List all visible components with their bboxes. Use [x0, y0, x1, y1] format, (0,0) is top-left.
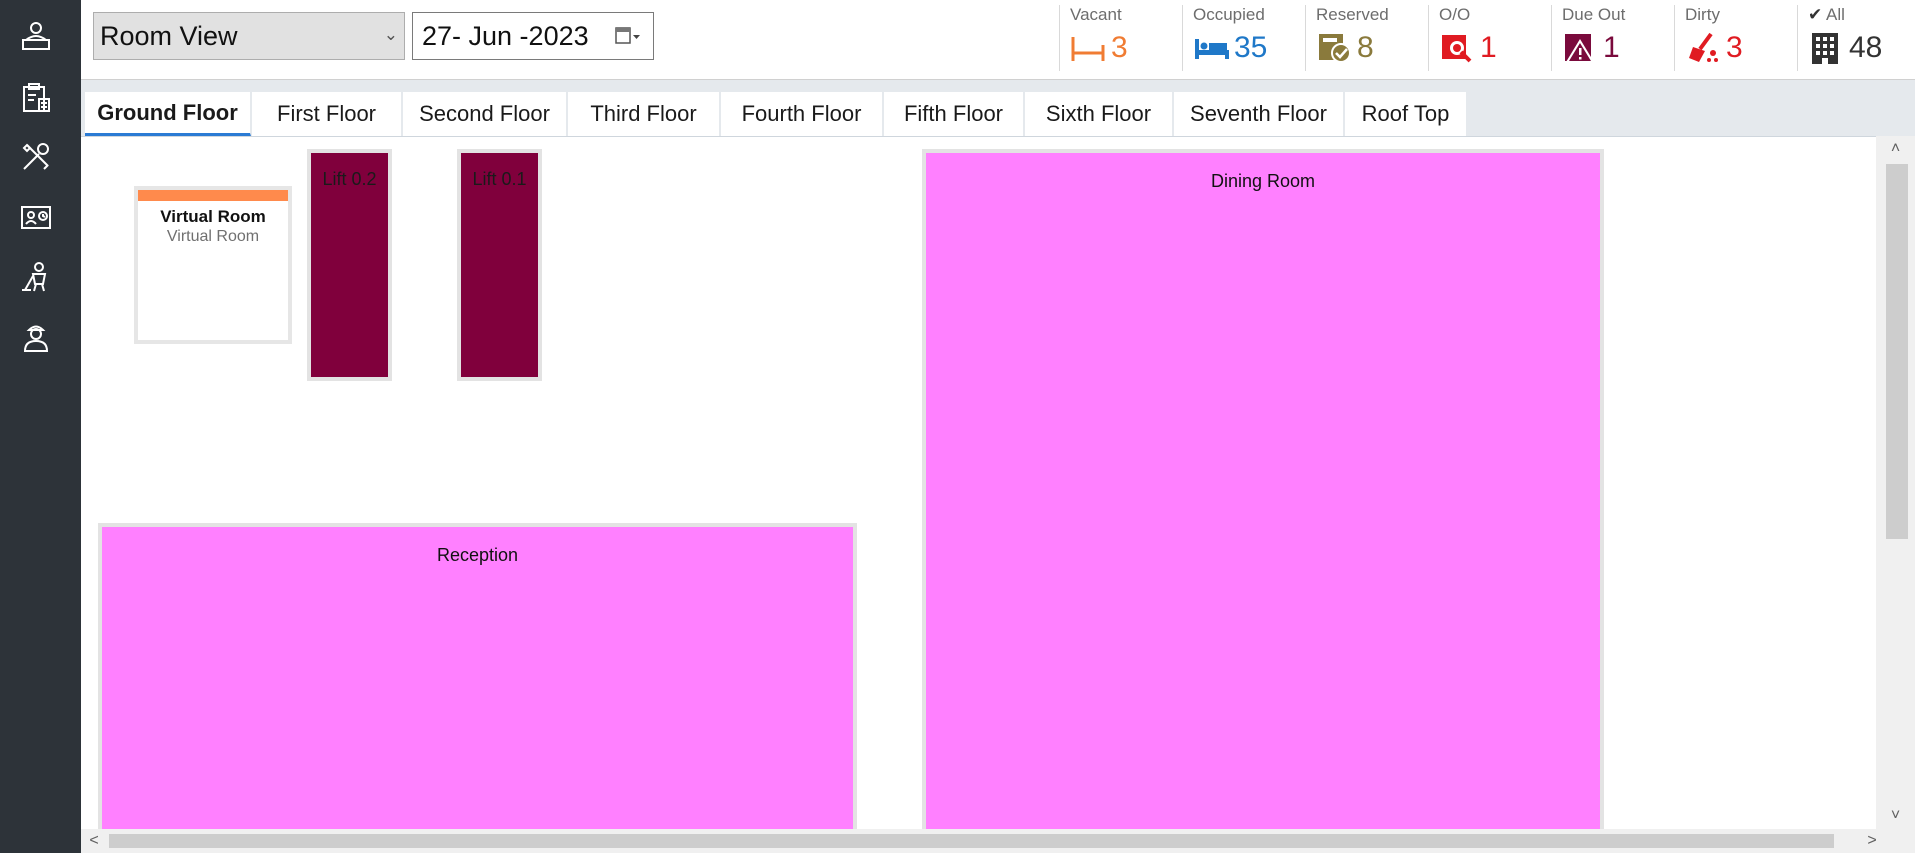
floor-plan-canvas: Virtual Room Virtual Room Lift 0.2 Lift … [81, 136, 1876, 829]
guest-card-icon[interactable] [16, 197, 56, 237]
lift-02-block[interactable]: Lift 0.2 [311, 153, 388, 377]
stat-oo-label: O/O [1439, 5, 1471, 24]
view-select-value: Room View [100, 20, 238, 51]
stat-all-label-text: All [1826, 5, 1845, 24]
horizontal-scroll-thumb[interactable] [109, 834, 1834, 848]
vertical-scroll-thumb[interactable] [1886, 164, 1908, 539]
stat-dirty-label: Dirty [1685, 5, 1720, 24]
stat-vacant-label: Vacant [1070, 5, 1122, 24]
occupied-bed-icon [1195, 39, 1229, 59]
checkmark-icon: ✔ [1808, 5, 1823, 24]
reserved-check-icon [1319, 34, 1351, 63]
stat-reserved[interactable]: Reserved 8 [1305, 5, 1389, 71]
horizontal-scrollbar[interactable]: ˂ ˃ [81, 829, 1915, 853]
stat-all[interactable]: ✔ All 48 [1797, 5, 1882, 71]
dining-room-area[interactable]: Dining Room [926, 153, 1600, 829]
staff-icon[interactable] [16, 318, 56, 358]
dining-room-label: Dining Room [1210, 171, 1316, 191]
top-toolbar: Room View ⌄ 27- Jun -2023 Vacant 3 Occup… [81, 0, 1915, 80]
reception-label: Reception [436, 545, 519, 565]
virtual-room-subtitle: Virtual Room [166, 228, 260, 245]
virtual-room-title: Virtual Room [160, 207, 266, 226]
view-select-dropdown[interactable]: Room View ⌄ [93, 12, 405, 60]
tab-fifth-floor[interactable]: Fifth Floor [884, 92, 1024, 136]
room-view-app: Room View ⌄ 27- Jun -2023 Vacant 3 Occup… [0, 0, 1915, 853]
scroll-up-arrow-icon[interactable]: ˄ [1876, 136, 1915, 162]
stat-reserved-count: 8 [1357, 31, 1374, 64]
tab-seventh-floor[interactable]: Seventh Floor [1174, 92, 1344, 136]
stat-vacant[interactable]: Vacant 3 [1059, 5, 1128, 71]
stat-occupied-label: Occupied [1193, 5, 1265, 24]
stat-all-label: ✔ All [1808, 5, 1882, 27]
stat-dirty[interactable]: Dirty 3 [1674, 5, 1743, 71]
tab-second-floor[interactable]: Second Floor [403, 92, 567, 136]
out-of-order-icon [1442, 35, 1472, 63]
due-out-warning-icon [1565, 34, 1594, 62]
tab-third-floor[interactable]: Third Floor [568, 92, 720, 136]
reports-clipboard-icon[interactable] [16, 78, 56, 118]
dirty-broom-icon [1689, 32, 1718, 62]
stat-dirty-count: 3 [1726, 31, 1743, 64]
date-value: 27- Jun -2023 [422, 20, 589, 51]
front-desk-icon[interactable] [16, 17, 56, 57]
chevron-down-icon: ⌄ [383, 25, 398, 44]
stat-dueout-count: 1 [1603, 31, 1620, 64]
tab-fourth-floor[interactable]: Fourth Floor [721, 92, 883, 136]
tab-sixth-floor[interactable]: Sixth Floor [1025, 92, 1173, 136]
vertical-scrollbar[interactable]: ˄ ˅ [1876, 136, 1915, 829]
virtual-room-card[interactable]: Virtual Room Virtual Room [138, 190, 288, 340]
calendar-dropdown-icon[interactable] [615, 26, 641, 46]
lift-02-label: Lift 0.2 [322, 169, 377, 189]
stat-vacant-count: 3 [1111, 31, 1128, 64]
left-sidebar [0, 0, 81, 853]
housekeeping-icon[interactable] [16, 257, 56, 297]
stat-occupied[interactable]: Occupied 35 [1182, 5, 1267, 71]
stat-out-of-order[interactable]: O/O 1 [1428, 5, 1497, 71]
scroll-left-arrow-icon[interactable]: ˂ [81, 829, 107, 853]
tab-ground-floor[interactable]: Ground Floor [85, 92, 251, 136]
scroll-down-arrow-icon[interactable]: ˅ [1876, 803, 1915, 829]
stat-dueout-label: Due Out [1562, 5, 1626, 24]
scroll-right-arrow-icon[interactable]: ˃ [1859, 829, 1885, 853]
stat-due-out[interactable]: Due Out 1 [1551, 5, 1625, 71]
date-picker-field[interactable]: 27- Jun -2023 [412, 12, 654, 60]
building-icon [1812, 33, 1838, 64]
floor-tabs: Ground Floor First Floor Second Floor Th… [81, 80, 1915, 136]
tab-first-floor[interactable]: First Floor [252, 92, 402, 136]
lift-01-label: Lift 0.1 [472, 169, 527, 189]
reception-area[interactable]: Reception [102, 527, 853, 829]
lift-01-block[interactable]: Lift 0.1 [461, 153, 538, 377]
stat-occupied-count: 35 [1234, 31, 1268, 64]
virtual-room-status-bar [138, 190, 288, 201]
tools-icon[interactable] [16, 137, 56, 177]
tab-roof-top[interactable]: Roof Top [1345, 92, 1467, 136]
stat-all-count: 48 [1849, 31, 1883, 64]
stat-oo-count: 1 [1480, 31, 1497, 64]
stat-reserved-label: Reserved [1316, 5, 1389, 24]
vacant-bed-icon [1071, 37, 1105, 61]
